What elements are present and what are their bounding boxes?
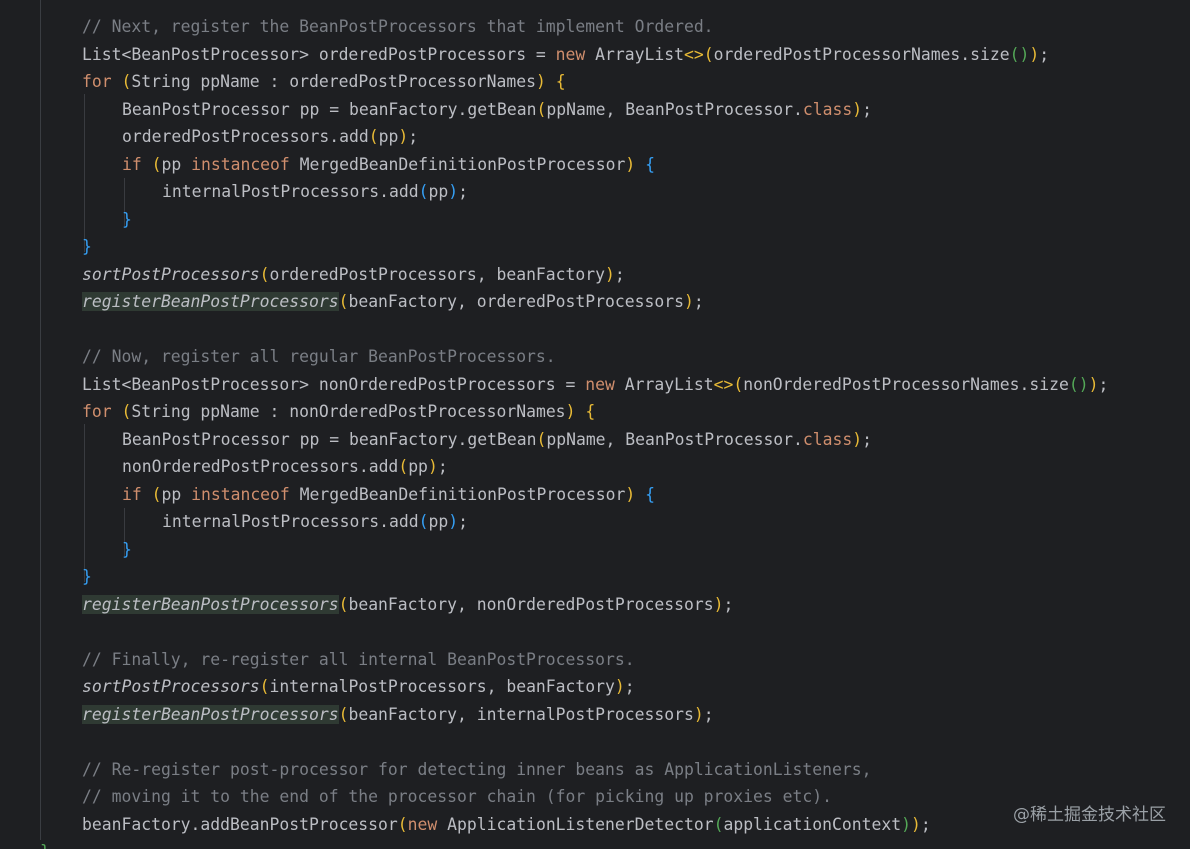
indent-guide [84,94,85,252]
code-line-text: if (pp instanceof MergedBeanDefinitionPo… [122,154,655,174]
code-line-text: sortPostProcessors(orderedPostProcessors… [82,264,625,284]
code-line-text: BeanPostProcessor pp = beanFactory.getBe… [122,429,873,449]
watermark: @稀土掘金技术社区 [1013,805,1166,825]
code-line-text: for (String ppName : orderedPostProcesso… [82,72,566,91]
code-line-text: orderedPostProcessors.add(pp); [122,127,419,146]
code-line-text: BeanPostProcessor pp = beanFactory.getBe… [122,99,873,119]
code-line-text: internalPostProcessors.add(pp); [162,512,468,531]
code-line-text: // moving it to the end of the processor… [82,787,832,806]
code-line-text: sortPostProcessors(internalPostProcessor… [82,677,635,696]
code-line-text: List<BeanPostProcessor> nonOrderedPostPr… [82,374,1109,394]
code-line-text: // Finally, re-register all internal Bea… [82,649,635,669]
fold-gutter-line [40,0,41,840]
indent-guide [84,424,85,582]
code-editor[interactable]: // Next, register the BeanPostProcessors… [0,0,1190,849]
code-line-text: // Re-register post-processor for detect… [82,759,872,779]
code-line-text: // Next, register the BeanPostProcessors… [82,17,714,36]
code-line-text: } [122,539,132,559]
code-line-text: } [40,838,50,849]
code-line-text: beanFactory.addBeanPostProcessor(new App… [82,814,931,834]
code-line-text: } [82,237,92,256]
code-line-text: registerBeanPostProcessors(beanFactory, … [82,704,714,724]
code-line-text: } [82,567,92,586]
code-line-text: // Now, register all regular BeanPostPro… [82,347,556,366]
code-line-text: for (String ppName : nonOrderedPostProce… [82,402,596,421]
code-line-text: registerBeanPostProcessors(beanFactory, … [82,292,704,311]
code-line-text: if (pp instanceof MergedBeanDefinitionPo… [122,484,655,504]
code-line-text: nonOrderedPostProcessors.add(pp); [122,457,448,476]
code-line-text: internalPostProcessors.add(pp); [162,182,468,201]
code-line-text: } [122,209,132,229]
code-line-text: registerBeanPostProcessors(beanFactory, … [82,594,734,614]
code-line-text: List<BeanPostProcessor> orderedPostProce… [82,44,1050,64]
